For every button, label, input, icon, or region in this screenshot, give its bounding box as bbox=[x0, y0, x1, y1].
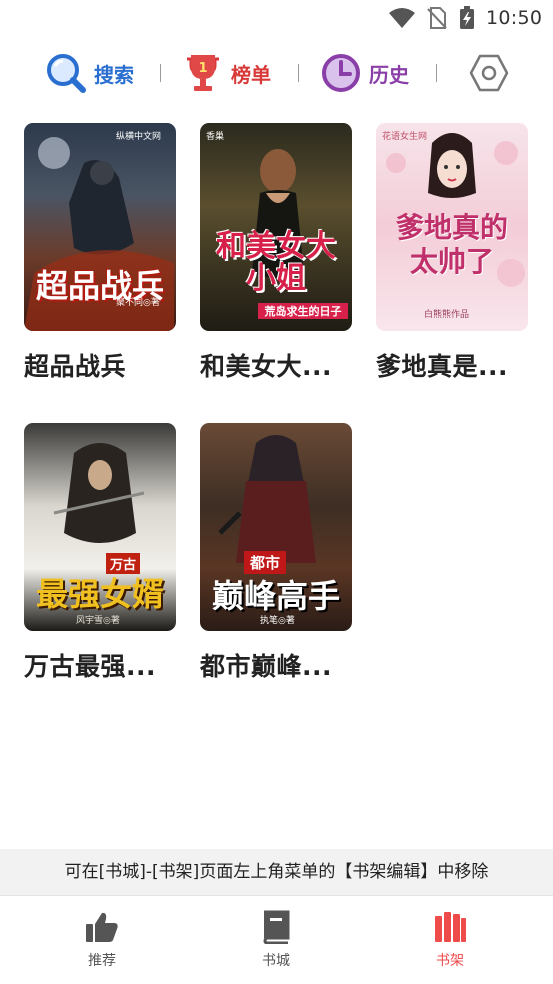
tab-bookshelf[interactable]: 书架 bbox=[400, 910, 500, 970]
book-title: 超品战兵 bbox=[24, 352, 127, 381]
book-item[interactable]: 香巢 和美女大小姐 荒岛求生的日子 和美女大... bbox=[200, 123, 352, 383]
book-title: 万古最强... bbox=[24, 652, 156, 681]
book-title: 爹地真是... bbox=[376, 352, 508, 381]
cover-author: 白熊熊作品 bbox=[424, 310, 470, 320]
tab-recommend[interactable]: 推荐 bbox=[52, 910, 152, 970]
book-cover[interactable]: 花语女生网 爹地真的太帅了 白熊熊作品 bbox=[376, 123, 528, 331]
settings-button[interactable] bbox=[468, 52, 510, 94]
no-sim-icon bbox=[427, 7, 447, 29]
tab-bookstore[interactable]: 书城 bbox=[226, 910, 326, 970]
cover-title: 最强女婿 bbox=[35, 575, 164, 613]
cover-title: 和美女大小姐 bbox=[216, 229, 336, 296]
cover-author: 聚不同◎著 bbox=[116, 298, 160, 308]
cover-author: 执笔◎著 bbox=[260, 616, 295, 626]
shelf-edit-hint: 可在[书城]-[书架]页面左上角菜单的【书架编辑】中移除 bbox=[0, 849, 553, 895]
book-cover[interactable]: 香巢 和美女大小姐 荒岛求生的日子 bbox=[200, 123, 352, 331]
cover-title: 爹地真的太帅了 bbox=[395, 211, 508, 278]
nav-divider bbox=[298, 64, 299, 82]
nav-divider bbox=[436, 64, 437, 82]
ranking-label: 榜单 bbox=[231, 62, 271, 87]
cover-badge: 香巢 bbox=[206, 132, 225, 142]
book-item[interactable]: 纵横中文网 超品战兵 聚不同◎著 超品战兵 bbox=[24, 123, 176, 383]
wifi-icon bbox=[389, 8, 415, 28]
cover-author: 风宇雪◎著 bbox=[76, 616, 120, 626]
ranking-button[interactable]: 1 榜单 bbox=[181, 48, 271, 98]
nav-divider bbox=[160, 64, 161, 82]
book-item[interactable]: 花语女生网 爹地真的太帅了 白熊熊作品 爹地真是... bbox=[376, 123, 528, 383]
book-cover[interactable]: 都市 巅峰高手 执笔◎著 bbox=[200, 423, 352, 631]
book-cover[interactable]: 万古 最强女婿 风宇雪◎著 bbox=[24, 423, 176, 631]
book-icon bbox=[263, 910, 290, 945]
bookshelf-icon bbox=[435, 912, 466, 942]
clock-icon bbox=[322, 54, 360, 92]
cover-artwork bbox=[252, 149, 304, 278]
search-icon bbox=[47, 54, 86, 93]
settings-hexagon-icon bbox=[469, 54, 509, 92]
search-label: 搜索 bbox=[94, 62, 134, 87]
cover-subtitle: 荒岛求生的日子 bbox=[258, 303, 348, 319]
book-title: 和美女大... bbox=[200, 352, 332, 381]
book-cover[interactable]: 纵横中文网 超品战兵 聚不同◎著 bbox=[24, 123, 176, 331]
cover-badge: 纵横中文网 bbox=[116, 132, 162, 142]
status-bar: 10:50 bbox=[0, 0, 553, 38]
search-button[interactable]: 搜索 bbox=[44, 48, 134, 98]
book-title: 都市巅峰... bbox=[200, 652, 332, 681]
clock: 10:50 bbox=[486, 7, 543, 29]
book-item[interactable]: 都市 巅峰高手 执笔◎著 都市巅峰... bbox=[200, 423, 352, 683]
cover-title: 巅峰高手 bbox=[211, 577, 340, 615]
book-item[interactable]: 万古 最强女婿 风宇雪◎著 万古最强... bbox=[24, 423, 176, 683]
bottom-tab-bar: 推荐 书城 书架 bbox=[0, 895, 553, 984]
battery-charging-icon bbox=[460, 6, 474, 29]
tab-label: 推荐 bbox=[88, 953, 116, 969]
trophy-icon: 1 bbox=[187, 55, 219, 91]
svg-text:1: 1 bbox=[198, 61, 207, 76]
cover-badge: 花语女生网 bbox=[382, 132, 428, 142]
tab-label: 书城 bbox=[262, 953, 290, 969]
top-navigation: 搜索 1 榜单 历史 bbox=[0, 48, 553, 98]
thumbs-up-icon bbox=[86, 912, 118, 942]
history-button[interactable]: 历史 bbox=[319, 48, 409, 98]
history-label: 历史 bbox=[369, 62, 409, 87]
tab-label: 书架 bbox=[436, 953, 464, 969]
